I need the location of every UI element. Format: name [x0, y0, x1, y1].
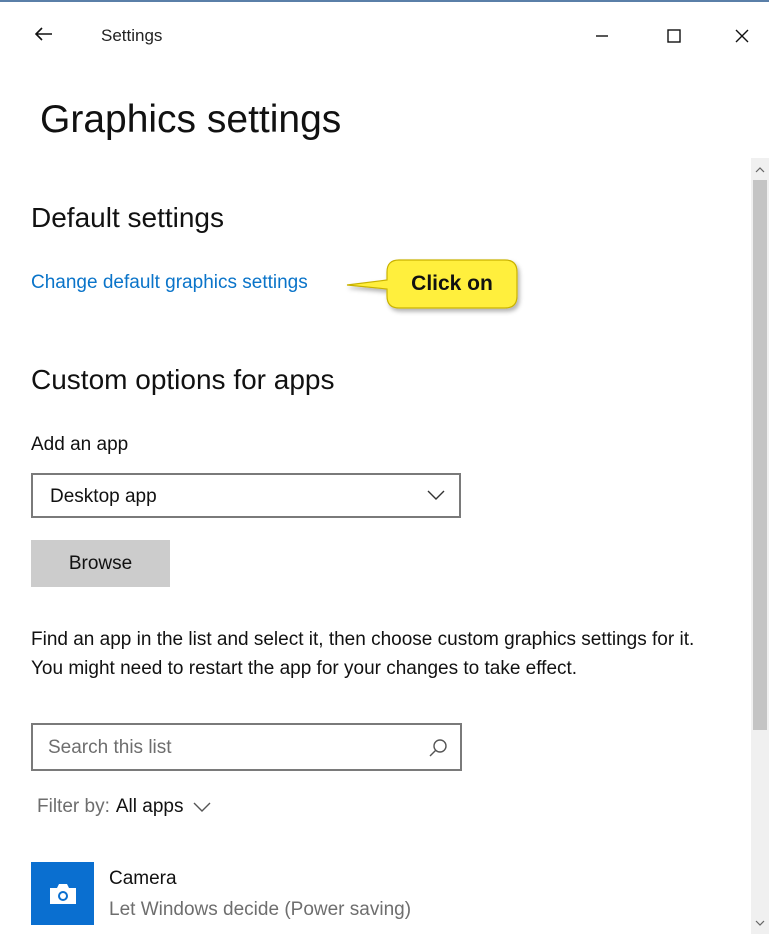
arrow-left-icon: [35, 27, 52, 41]
page-title: Graphics settings: [40, 98, 342, 141]
minimize-icon: [596, 35, 608, 37]
browse-button[interactable]: Browse: [31, 540, 170, 587]
maximize-icon: [667, 29, 681, 43]
scroll-down-button[interactable]: [751, 912, 769, 934]
chevron-down-icon: [427, 490, 445, 500]
search-icon[interactable]: [428, 738, 448, 758]
camera-icon: [49, 883, 76, 904]
search-box[interactable]: [31, 723, 462, 771]
change-default-graphics-link[interactable]: Change default graphics settings: [31, 272, 308, 294]
title-bar: Settings: [0, 2, 769, 62]
app-title: Settings: [101, 26, 163, 45]
minimize-button[interactable]: [580, 16, 624, 56]
filter-dropdown[interactable]: Filter by: All apps: [37, 796, 211, 818]
scrollbar-thumb[interactable]: [753, 180, 767, 730]
scroll-up-button[interactable]: [751, 158, 769, 180]
close-icon: [735, 29, 749, 43]
dropdown-value: Desktop app: [50, 486, 157, 507]
filter-value: All apps: [115, 796, 184, 817]
back-button[interactable]: [26, 16, 62, 52]
maximize-button[interactable]: [652, 16, 696, 56]
app-graphics-setting: Let Windows decide (Power saving): [109, 899, 412, 920]
app-list-item-camera[interactable]: Camera Let Windows decide (Power saving): [31, 860, 671, 926]
chevron-up-icon: [755, 166, 765, 172]
chevron-down-icon: [193, 802, 211, 812]
camera-app-tile: [31, 862, 94, 925]
default-settings-heading: Default settings: [31, 202, 224, 233]
custom-options-heading: Custom options for apps: [31, 364, 335, 395]
search-input[interactable]: [48, 737, 408, 759]
close-button[interactable]: [720, 16, 764, 56]
instructions-text: Find an app in the list and select it, t…: [31, 629, 695, 679]
callout-text: Click on: [411, 272, 493, 295]
chevron-down-icon: [755, 920, 765, 926]
vertical-scrollbar[interactable]: [751, 158, 769, 934]
app-name: Camera: [109, 868, 177, 889]
add-app-label: Add an app: [31, 434, 129, 455]
filter-label: Filter by:: [37, 796, 110, 817]
app-type-dropdown[interactable]: Desktop app: [31, 473, 461, 518]
